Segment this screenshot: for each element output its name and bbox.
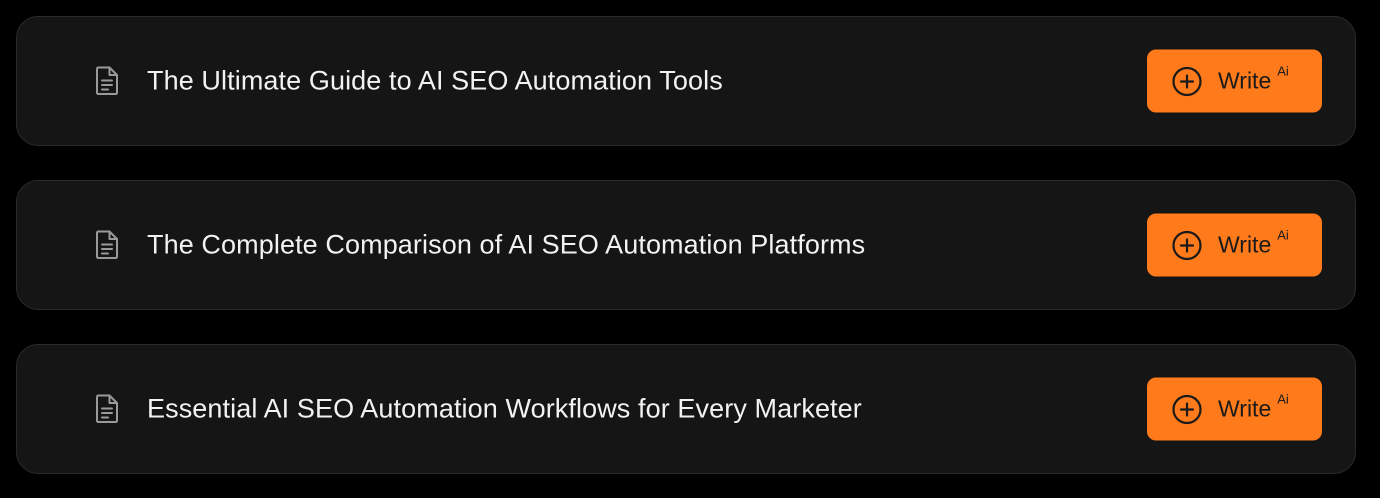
- article-title: Essential AI SEO Automation Workflows fo…: [147, 393, 862, 424]
- article-idea-list: The Ultimate Guide to AI SEO Automation …: [0, 0, 1380, 498]
- ai-badge: Ai: [1277, 227, 1289, 243]
- write-ai-button[interactable]: Write Ai: [1147, 49, 1322, 113]
- document-icon: [93, 393, 121, 425]
- article-idea-card: The Ultimate Guide to AI SEO Automation …: [16, 16, 1356, 146]
- article-idea-card: Essential AI SEO Automation Workflows fo…: [16, 344, 1356, 474]
- write-ai-button[interactable]: Write Ai: [1147, 213, 1322, 277]
- article-title: The Complete Comparison of AI SEO Automa…: [147, 229, 866, 260]
- plus-circle-icon: [1171, 229, 1203, 261]
- plus-circle-icon: [1171, 393, 1203, 425]
- write-ai-button[interactable]: Write Ai: [1147, 377, 1322, 441]
- ai-badge: Ai: [1277, 391, 1289, 407]
- write-label: Write: [1218, 231, 1272, 258]
- document-icon: [93, 229, 121, 261]
- write-label: Write: [1218, 395, 1272, 422]
- ai-badge: Ai: [1277, 63, 1289, 79]
- write-label: Write: [1218, 67, 1272, 94]
- article-title: The Ultimate Guide to AI SEO Automation …: [147, 65, 723, 96]
- article-idea-card: The Complete Comparison of AI SEO Automa…: [16, 180, 1356, 310]
- plus-circle-icon: [1171, 65, 1203, 97]
- document-icon: [93, 65, 121, 97]
